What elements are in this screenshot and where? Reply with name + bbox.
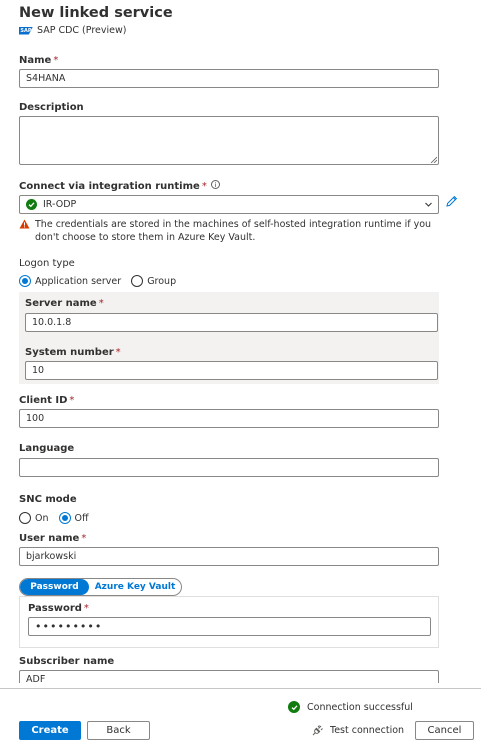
server-name-label: Server name * <box>25 298 104 309</box>
logon-group-option[interactable]: Group <box>131 275 176 287</box>
chevron-down-icon <box>425 202 432 207</box>
back-button[interactable]: Back <box>87 721 150 740</box>
snc-off-option[interactable]: Off <box>58 512 89 524</box>
connector-type: SAP CDC (Preview) <box>37 25 127 36</box>
password-tab[interactable]: Password <box>20 579 89 595</box>
system-number-input[interactable] <box>25 361 438 380</box>
subscriber-name-label: Subscriber name <box>19 656 115 667</box>
create-button[interactable]: Create <box>19 721 81 740</box>
connection-status-text: Connection successful <box>307 701 413 713</box>
radio-unselected-icon[interactable] <box>131 275 144 287</box>
sap-logo-icon: SAP <box>19 26 33 35</box>
system-number-label: System number * <box>25 347 121 358</box>
client-id-label: Client ID * <box>19 395 75 406</box>
logon-application-server-option[interactable]: Application server <box>19 275 121 287</box>
snc-mode-label: SNC mode <box>19 494 77 505</box>
info-icon[interactable]: i <box>210 180 220 189</box>
warning-text: The credentials are stored in the machin… <box>35 219 432 243</box>
description-textarea[interactable] <box>19 116 439 165</box>
radio-selected-icon[interactable] <box>58 512 71 524</box>
test-connection-button[interactable]: Test connection <box>311 724 404 737</box>
form-scroll-area[interactable]: New linked service SAP SAP CDC (Preview)… <box>0 0 481 683</box>
edit-pencil-icon[interactable] <box>445 195 458 208</box>
snc-on-option[interactable]: On <box>19 512 49 524</box>
auth-method-toggle: Password Azure Key Vault <box>19 578 182 596</box>
language-input[interactable] <box>19 458 439 477</box>
runtime-value: IR-ODP <box>43 199 77 210</box>
user-name-input[interactable] <box>19 547 439 566</box>
footer-bar: Connection successful Create Back Test c… <box>0 688 481 750</box>
resize-grip-icon[interactable] <box>430 156 437 163</box>
warning-icon <box>19 219 30 229</box>
language-label: Language <box>19 443 75 454</box>
server-name-input[interactable] <box>25 313 438 332</box>
connector-subtitle: SAP SAP CDC (Preview) <box>19 25 126 36</box>
password-panel: Password * <box>19 596 439 648</box>
runtime-dropdown[interactable]: IR-ODP <box>19 195 439 214</box>
credentials-warning: The credentials are stored in the machin… <box>19 218 449 244</box>
check-circle-icon <box>26 199 37 210</box>
runtime-label: Connect via integration runtime * i <box>19 180 220 192</box>
radio-unselected-icon[interactable] <box>19 512 31 524</box>
success-check-icon <box>288 701 300 713</box>
user-name-label: User name * <box>19 533 87 544</box>
client-id-input[interactable] <box>19 409 439 428</box>
logon-type-radio-group: Application server Group <box>19 275 186 287</box>
radio-selected-icon[interactable] <box>19 275 31 287</box>
application-server-group: Server name* System number* <box>19 292 439 384</box>
name-input[interactable] <box>19 69 439 88</box>
password-input[interactable] <box>28 617 431 636</box>
snc-mode-radio-group: On Off <box>19 512 99 524</box>
logon-type-label: Logon type <box>19 258 75 269</box>
name-label: Name * <box>19 55 59 66</box>
page-title: New linked service <box>19 5 173 21</box>
password-label: Password * <box>28 603 89 614</box>
plug-icon <box>312 725 323 736</box>
azure-key-vault-tab[interactable]: Azure Key Vault <box>89 579 181 595</box>
description-label: Description <box>19 102 84 113</box>
subscriber-name-input[interactable] <box>19 670 439 683</box>
cancel-button[interactable]: Cancel <box>415 721 474 740</box>
connection-status: Connection successful <box>288 701 413 713</box>
